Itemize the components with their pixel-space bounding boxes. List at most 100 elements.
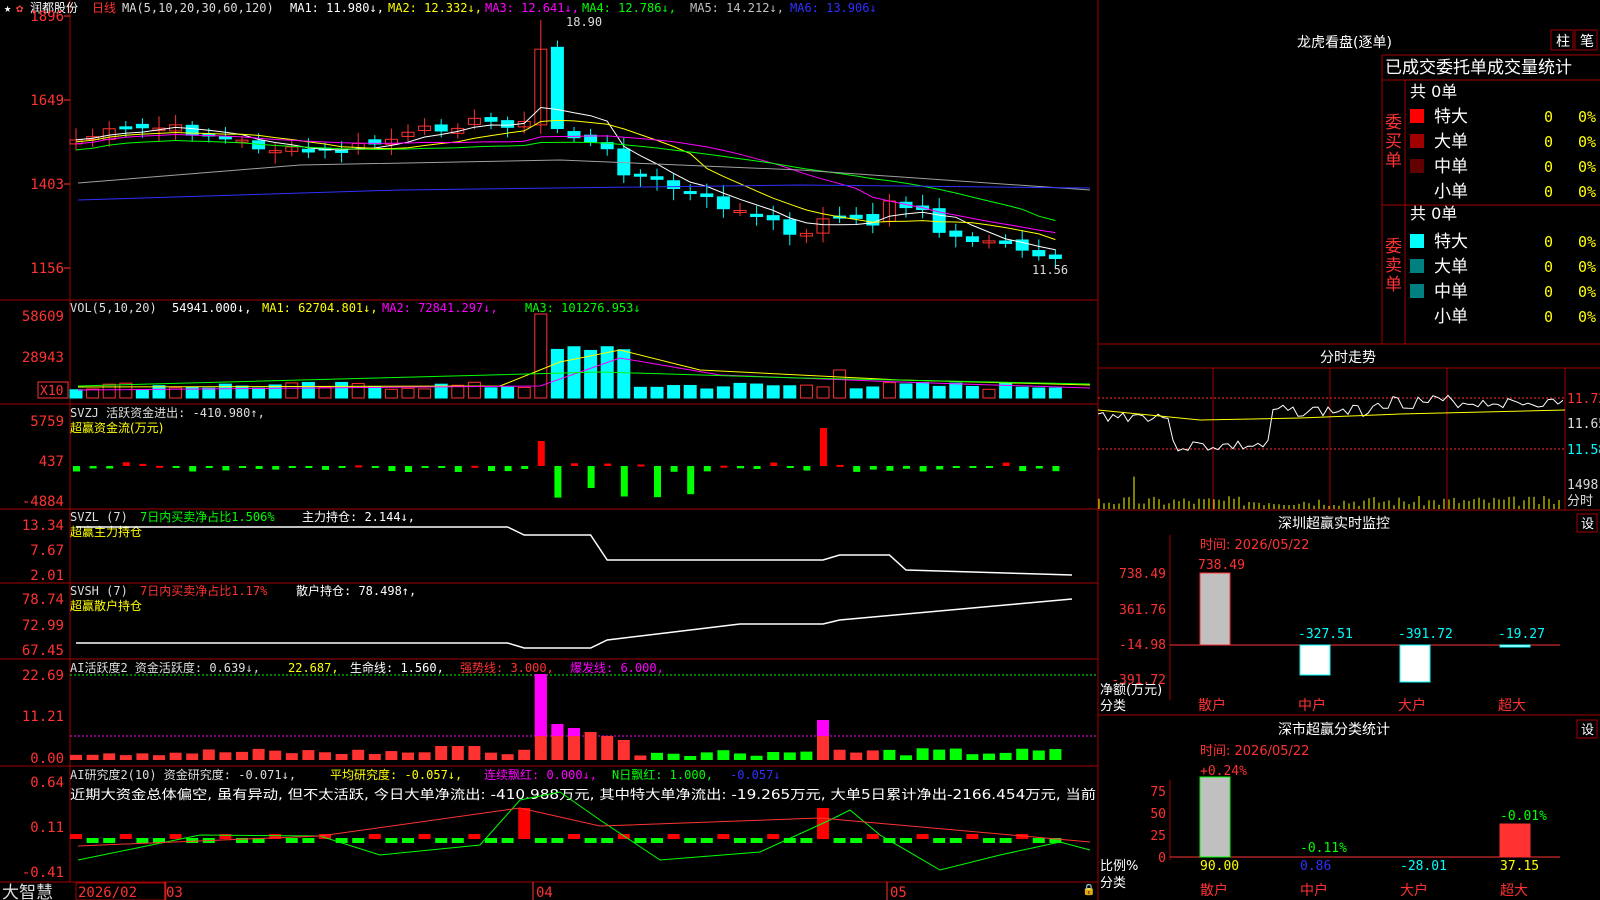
sz-monitor-title: 深圳超赢实时监控 — [1278, 515, 1390, 532]
buy-side-label: 委买单 — [1385, 113, 1402, 171]
activity-bar — [734, 753, 746, 760]
activity-bar — [1032, 750, 1045, 760]
candle-body — [335, 149, 349, 153]
volume-bar — [235, 385, 249, 399]
longhu-subtitle: 已成交委托单成交量统计 — [1385, 58, 1572, 78]
candle-body — [633, 173, 647, 177]
research-bar — [501, 838, 514, 843]
sz-class-settings-label[interactable]: 设 — [1581, 723, 1594, 738]
flow-bar — [604, 463, 612, 466]
ratio-value-label: 0.86 — [1300, 859, 1331, 874]
activity-bar-top — [551, 724, 564, 736]
category-label: 中户 — [1300, 882, 1328, 899]
sz-monitor-time: 时间: 2026/05/22 — [1200, 538, 1309, 553]
flow-bar — [554, 466, 562, 498]
column-view-label[interactable]: 柱 — [1556, 34, 1570, 50]
ma4-value: MA4: 12.786↓, — [582, 1, 676, 15]
star-icon[interactable]: ★ — [4, 1, 11, 15]
ai1-tick: 0.00 — [30, 751, 64, 767]
research-line — [77, 791, 1091, 871]
activity-bar — [385, 751, 398, 760]
research-bar — [103, 838, 116, 843]
order-pct: 0% — [1578, 133, 1596, 151]
date-label: 03 — [166, 885, 183, 900]
volume-bar — [484, 387, 498, 399]
tick-view-label[interactable]: 笔 — [1580, 34, 1594, 50]
date-ticks — [164, 882, 888, 900]
research-bar — [451, 838, 464, 843]
candle-body — [617, 148, 631, 176]
main-holding-line — [76, 526, 1073, 576]
ai1-lifeline: 生命线: 1.560, — [350, 660, 444, 675]
main-price-axis: 1896 1649 1403 1156 — [30, 9, 64, 277]
size-label: 中单 — [1434, 282, 1468, 302]
activity-bar — [667, 753, 680, 760]
volume-bar — [982, 388, 996, 399]
ai2-extra: -0.057↓ — [730, 768, 781, 782]
flow-bar — [106, 466, 114, 469]
research-bar — [468, 834, 481, 839]
flow-bar — [288, 466, 296, 468]
activity-bar — [933, 749, 946, 760]
svzj-title: SVZJ 活跃资金进出: -410.980↑, — [70, 405, 265, 420]
activity-bar — [319, 752, 331, 760]
research-bar — [435, 838, 448, 843]
vol-ma1: MA1: 62704.801↓, — [262, 301, 378, 315]
volume-bar — [351, 383, 365, 399]
ratio-bar — [1199, 776, 1231, 858]
activity-bar — [485, 752, 497, 760]
sz-class-time: 时间: 2026/05/22 — [1200, 744, 1309, 759]
candle-body — [434, 124, 448, 132]
svzl-ratio: 7日内买卖净占比1.506% — [140, 509, 275, 524]
settings-gear-icon[interactable]: ✿ — [16, 1, 24, 15]
svzj-tick: 437 — [39, 454, 64, 470]
order-pct: 0% — [1578, 283, 1596, 301]
price-tick: 1156 — [30, 261, 64, 277]
sz-monitor-settings-label[interactable]: 设 — [1581, 517, 1594, 532]
volume-bar — [335, 381, 349, 399]
size-label: 小单 — [1434, 307, 1468, 327]
category-label: 散户 — [1200, 882, 1228, 899]
activity-bar-top — [817, 720, 829, 736]
order-pct: 0% — [1578, 258, 1596, 276]
flow-bar — [272, 466, 280, 470]
activity-bar — [153, 755, 165, 760]
ai1-activity: AI活跃度2 资金活跃度: 0.639↓, — [70, 660, 260, 675]
flow-bar — [338, 466, 346, 468]
legend-swatch — [1410, 159, 1424, 173]
net-amount-bar — [1399, 644, 1431, 683]
category-label: 超大 — [1500, 883, 1528, 899]
svsh-axis: 78.74 72.99 67.45 — [22, 592, 64, 659]
ratio-bar — [1499, 823, 1531, 858]
activity-bar — [601, 736, 614, 760]
high-price-marker: 18.90 — [566, 15, 602, 29]
sz-monitor-tick: -14.98 — [1119, 638, 1166, 653]
volume-bars — [69, 313, 1091, 399]
period-label[interactable]: 日线 — [92, 1, 116, 15]
activity-bar — [634, 755, 647, 760]
sz-monitor-tick: 361.76 — [1119, 603, 1166, 618]
sz-class-xlabel: 分类 — [1100, 876, 1126, 891]
candle-body — [965, 236, 979, 243]
ai1-strong: 强势线: 3.000, — [460, 661, 554, 675]
activity-bar — [119, 755, 132, 760]
ai2-consecutive: 连续飘红: 0.000↓, — [484, 767, 597, 782]
volume-bar — [102, 383, 116, 399]
svsh-ratio: 7日内买卖净占比1.17% — [140, 583, 268, 598]
sell-total: 共 0单 — [1410, 204, 1457, 223]
activity-bar — [285, 753, 298, 760]
activity-bar — [999, 752, 1012, 760]
lock-icon[interactable]: 🔒 — [1082, 883, 1096, 896]
research-bar — [667, 834, 680, 839]
candle-body — [999, 240, 1013, 244]
activity-bar — [700, 752, 713, 760]
svzl-tick: 7.67 — [30, 543, 64, 559]
order-count: 0 — [1544, 108, 1553, 126]
net-amount-value: -19.27 — [1498, 627, 1545, 642]
order-count: 0 — [1544, 183, 1553, 201]
research-bar — [1032, 838, 1045, 843]
svsh-hold: 散户持仓: 78.498↑, — [296, 583, 416, 598]
flow-bar — [969, 466, 977, 468]
activity-bar — [518, 749, 531, 760]
svzl-prefix: SVZL (7) — [70, 510, 128, 524]
